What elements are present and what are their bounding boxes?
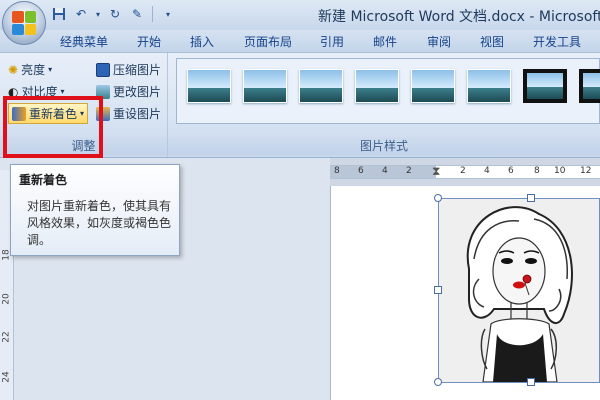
office-button[interactable] bbox=[2, 1, 46, 45]
undo-icon[interactable]: ↶ bbox=[72, 5, 90, 23]
resize-handle-top-left[interactable] bbox=[434, 194, 442, 202]
tab-classic-menu[interactable]: 经典菜单 bbox=[60, 33, 108, 50]
resize-handle-top[interactable] bbox=[527, 194, 535, 202]
tab-references[interactable]: 引用 bbox=[320, 33, 344, 50]
picture-styles-label: 图片样式 bbox=[168, 137, 600, 155]
recolor-highlight-box bbox=[3, 96, 103, 158]
picture-styles-gallery bbox=[176, 58, 600, 124]
hruler-tick: 10 bbox=[554, 166, 566, 176]
separator bbox=[152, 6, 153, 22]
hruler-tick: 6 bbox=[508, 166, 514, 176]
hruler-tick: 12 bbox=[580, 166, 592, 176]
girl-sketch-illustration bbox=[439, 199, 599, 383]
indent-marker-icon[interactable]: ⧗ bbox=[432, 164, 440, 179]
picture-style-1[interactable] bbox=[187, 69, 231, 103]
redo-icon[interactable]: ↻ bbox=[106, 5, 124, 23]
picture-style-7[interactable] bbox=[523, 69, 567, 103]
vruler-tick: 24 bbox=[1, 371, 12, 383]
brightness-label: 亮度 bbox=[21, 63, 46, 77]
hruler-tick: 8 bbox=[334, 166, 340, 176]
save-icon[interactable] bbox=[50, 5, 68, 23]
hruler-tick: 4 bbox=[382, 166, 388, 176]
compress-pictures-button[interactable]: 压缩图片 bbox=[96, 61, 161, 78]
picture-style-6[interactable] bbox=[467, 69, 511, 103]
tooltip-body: 对图片重新着色，使其具有风格效果，如灰度或褐色色调。 bbox=[27, 199, 172, 247]
tab-review[interactable]: 审阅 bbox=[427, 33, 451, 50]
tab-mailings[interactable]: 邮件 bbox=[373, 33, 397, 50]
dropdown-arrow-icon[interactable]: ▾ bbox=[94, 5, 102, 23]
vruler-tick: 22 bbox=[1, 331, 12, 343]
picture-style-8[interactable] bbox=[579, 69, 600, 103]
compress-icon bbox=[96, 62, 110, 77]
sun-icon: ✺ bbox=[8, 62, 19, 77]
reset-picture-button[interactable]: 重设图片 bbox=[96, 105, 161, 122]
tab-developer[interactable]: 开发工具 bbox=[533, 33, 581, 50]
picture-style-2[interactable] bbox=[243, 69, 287, 103]
tab-view[interactable]: 视图 bbox=[480, 33, 504, 50]
hruler-tick: 8 bbox=[534, 166, 540, 176]
recolor-tooltip: 重新着色 对图片重新着色，使其具有风格效果，如灰度或褐色色调。 bbox=[10, 164, 180, 256]
horizontal-ruler: 8 6 4 2 ⧗ 2 4 6 8 10 12 bbox=[330, 164, 600, 179]
picture-style-4[interactable] bbox=[355, 69, 399, 103]
paint-icon[interactable]: ✎ bbox=[128, 5, 146, 23]
picture-style-5[interactable] bbox=[411, 69, 455, 103]
picture-style-3[interactable] bbox=[299, 69, 343, 103]
office-logo-icon bbox=[12, 11, 36, 35]
resize-handle-left[interactable] bbox=[434, 286, 442, 294]
change-picture-label: 更改图片 bbox=[113, 85, 162, 99]
ribbon-tabs: 经典菜单 开始 插入 页面布局 引用 邮件 审阅 视图 开发工具 bbox=[0, 30, 600, 52]
quick-access-toolbar: ↶ ▾ ↻ ✎ ▾ bbox=[50, 5, 177, 23]
hruler-tick: 4 bbox=[484, 166, 490, 176]
hruler-tick: 2 bbox=[406, 166, 412, 176]
tab-home[interactable]: 开始 bbox=[137, 33, 161, 50]
selected-picture[interactable] bbox=[438, 198, 600, 383]
compress-label: 压缩图片 bbox=[113, 63, 162, 77]
change-picture-button[interactable]: 更改图片 bbox=[96, 83, 161, 100]
tooltip-title: 重新着色 bbox=[19, 173, 68, 187]
hruler-tick: 2 bbox=[460, 166, 466, 176]
vruler-tick: 20 bbox=[1, 293, 12, 305]
hruler-tick: 6 bbox=[358, 166, 364, 176]
reset-picture-label: 重设图片 bbox=[113, 107, 162, 121]
resize-handle-bottom-left[interactable] bbox=[434, 378, 442, 386]
chevron-down-icon: ▾ bbox=[48, 65, 53, 74]
chevron-down-icon: ▾ bbox=[60, 87, 65, 96]
brightness-button[interactable]: ✺ 亮度 ▾ bbox=[8, 61, 52, 78]
customize-arrow-icon[interactable]: ▾ bbox=[159, 5, 177, 23]
window-title: 新建 Microsoft Word 文档.docx - Microsoft Wo bbox=[318, 9, 600, 25]
tab-insert[interactable]: 插入 bbox=[190, 33, 214, 50]
resize-handle-bottom[interactable] bbox=[527, 378, 535, 386]
tab-page-layout[interactable]: 页面布局 bbox=[244, 33, 292, 50]
